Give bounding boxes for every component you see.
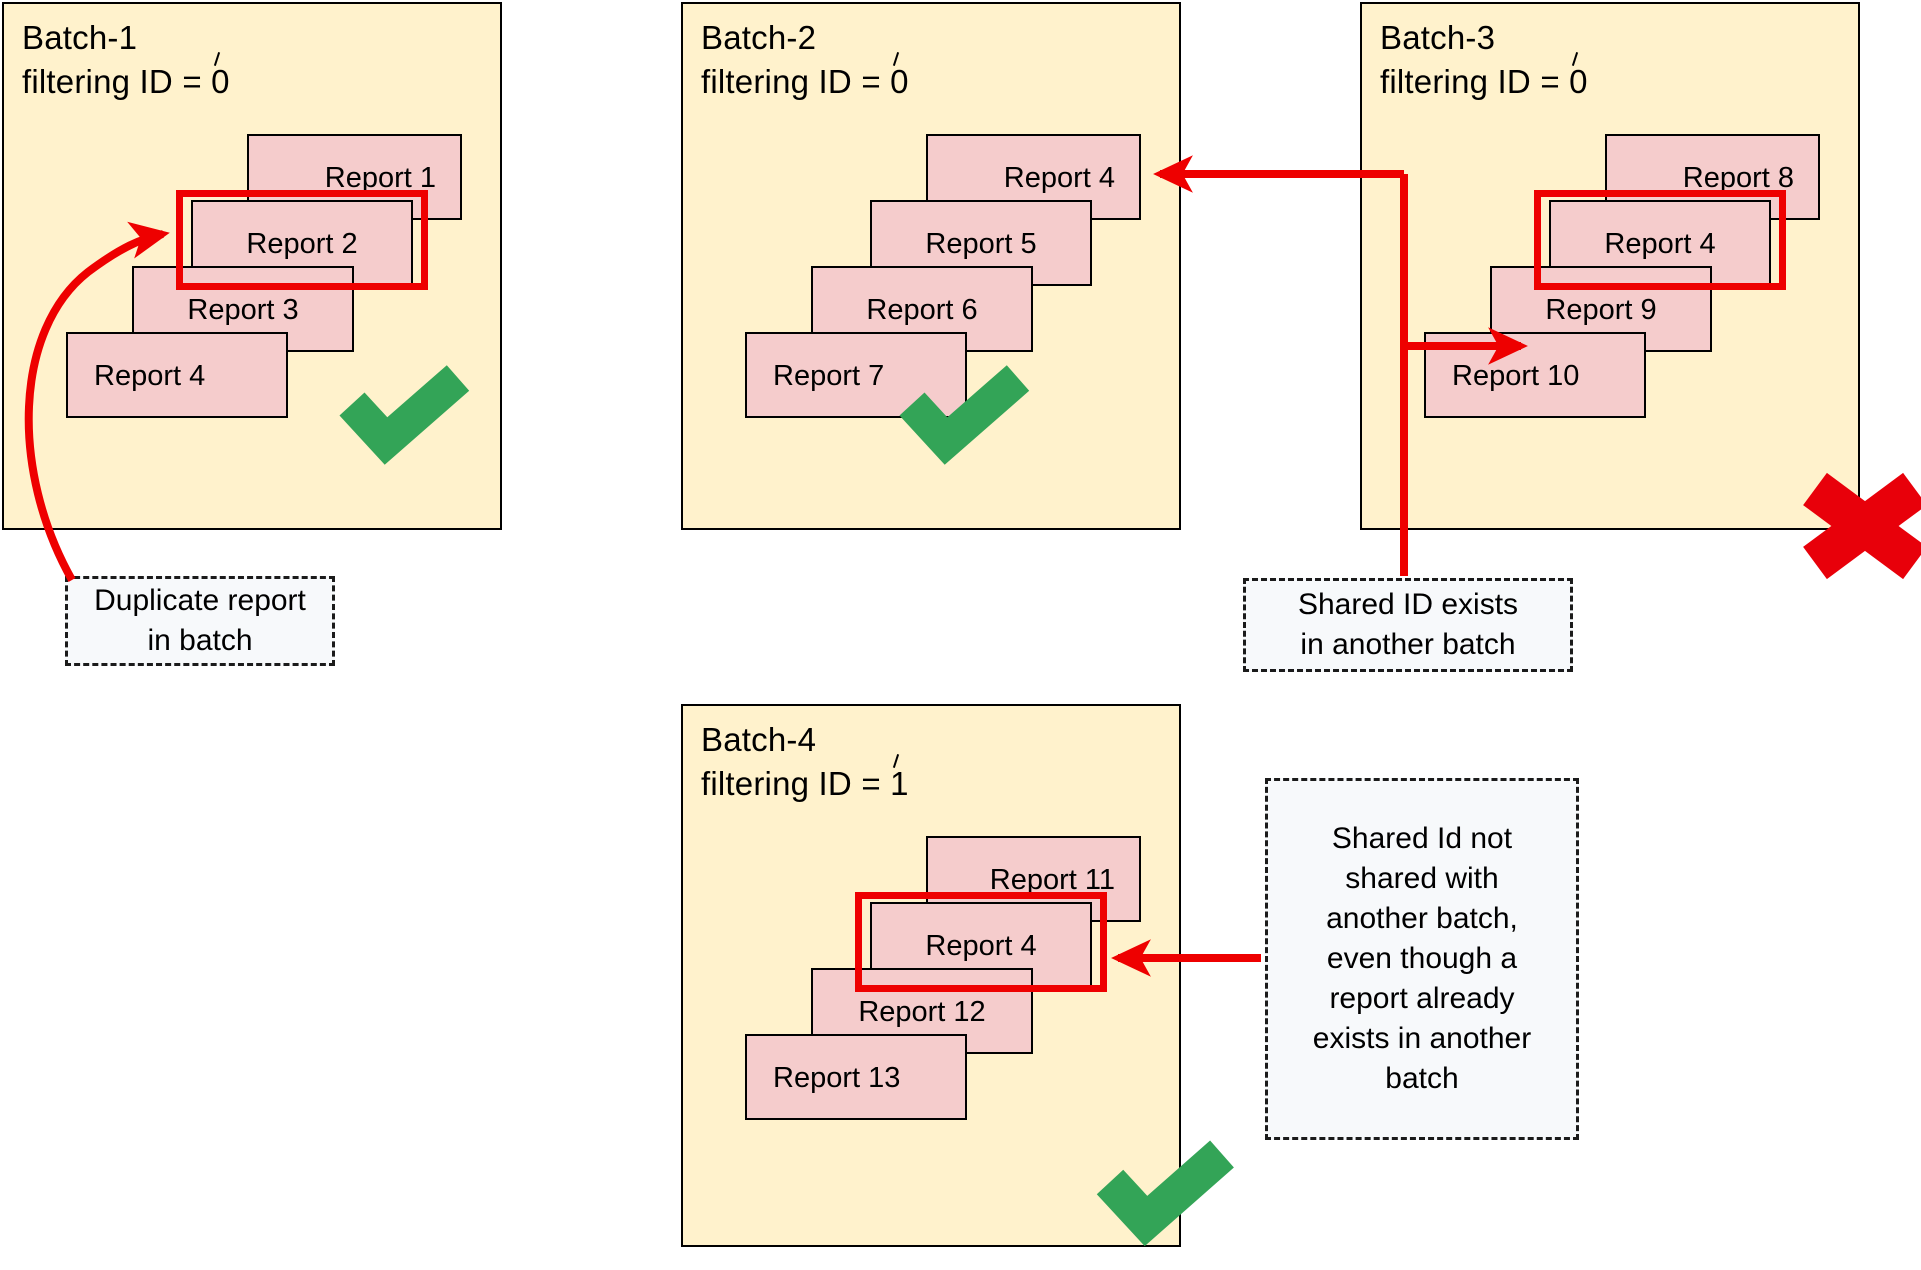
callout-text: Shared ID exists in another batch (1297, 588, 1519, 661)
report-card: Report 4 (66, 332, 288, 418)
batch-card-batch-4: Batch-4 filtering ID = 1 Report 11 Repor… (681, 704, 1181, 1247)
report-label: Report 10 (1452, 359, 1580, 392)
report-card: Report 13 (745, 1034, 967, 1120)
callout-shared-id-not-shared: Shared Id not shared with another batch,… (1265, 778, 1579, 1140)
report-label: Report 7 (773, 359, 885, 392)
batch-card-batch-1: Batch-1 filtering ID = 0 Report 1 Report… (2, 2, 502, 530)
callout-text: Duplicate report in batch (94, 584, 306, 657)
report-label: Report 6 (866, 293, 978, 326)
report-label: Report 4 (94, 359, 206, 392)
report-label: Report 12 (858, 995, 986, 1028)
report-label: Report 4 (1003, 161, 1115, 194)
batch-title-batch-4: Batch-4 filtering ID = 1 (701, 721, 909, 802)
callout-shared-id-exists: Shared ID exists in another batch (1243, 578, 1573, 672)
batch-title-batch-1: Batch-1 filtering ID = 0 (22, 19, 230, 100)
diagram-canvas: Batch-1 filtering ID = 0 Report 1 Report… (0, 0, 1921, 1270)
report-label: Report 11 (989, 863, 1115, 896)
report-label: Report 9 (1545, 293, 1657, 326)
batch-card-batch-3: Batch-3 filtering ID = 0 Report 8 Report… (1360, 2, 1860, 530)
batch-title-batch-2: Batch-2 filtering ID = 0 (701, 19, 909, 100)
report-label: Report 8 (1682, 161, 1794, 194)
report-label: Report 1 (324, 161, 436, 194)
report-label: Report 13 (773, 1061, 901, 1094)
batch-title-batch-3: Batch-3 filtering ID = 0 (1380, 19, 1588, 100)
callout-text: Shared Id not shared with another batch,… (1312, 822, 1532, 1095)
report-label: Report 2 (246, 227, 358, 260)
report-label: Report 5 (925, 227, 1037, 260)
batch-card-batch-2: Batch-2 filtering ID = 0 Report 4 Report… (681, 2, 1181, 530)
report-label: Report 4 (925, 929, 1037, 962)
callout-duplicate-report: Duplicate report in batch (65, 576, 335, 666)
report-label: Report 3 (187, 293, 299, 326)
report-card: Report 10 (1424, 332, 1646, 418)
report-label: Report 4 (1604, 227, 1716, 260)
report-card: Report 7 (745, 332, 967, 418)
